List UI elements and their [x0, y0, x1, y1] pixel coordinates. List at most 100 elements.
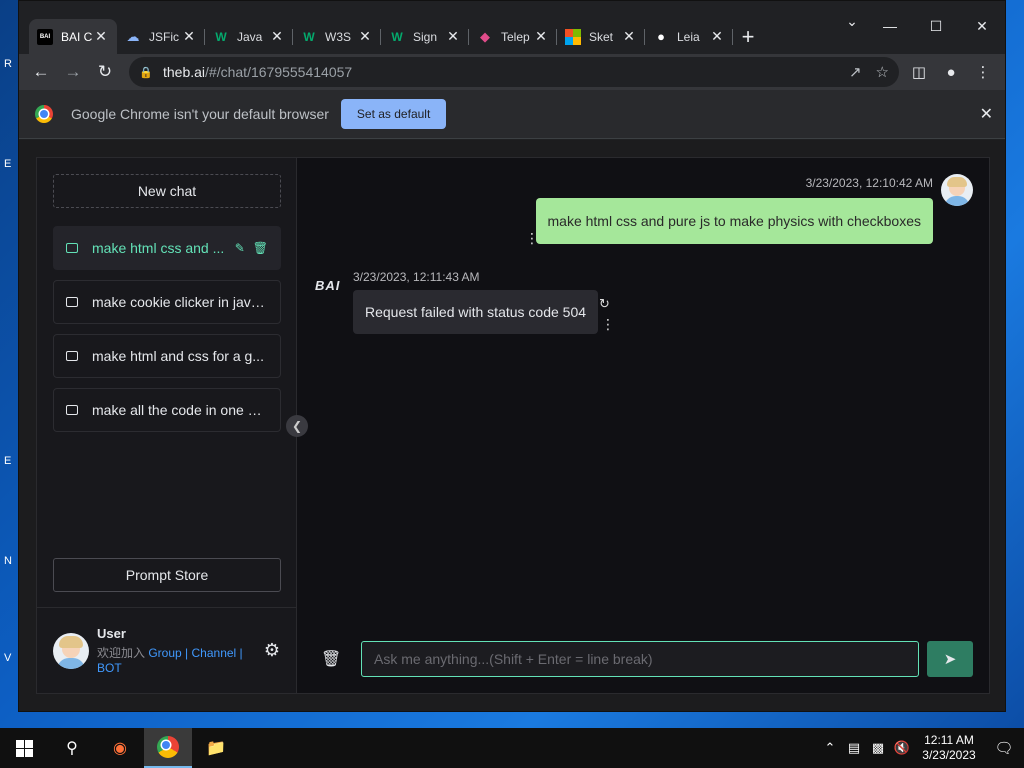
user-message-bubble[interactable]: make html css and pure js to make physic…	[535, 198, 933, 244]
menu-kebab-icon[interactable]: ⋮	[967, 56, 999, 88]
ethernet-icon[interactable]: ▩	[866, 740, 890, 756]
message-menu-icon[interactable]: ⋮	[525, 230, 539, 247]
regenerate-icon[interactable]: ↻	[599, 296, 610, 312]
lock-icon[interactable]: 🔒	[139, 66, 153, 79]
browser-tab[interactable]: W Sign ✕	[381, 19, 469, 54]
firefox-icon[interactable]: ◉	[96, 728, 144, 768]
bot-message: BAI 3/23/2023, 12:11:43 AM Request faile…	[315, 270, 635, 350]
tab-search-icon[interactable]: ⌄	[837, 13, 867, 30]
system-tray: ⌃ ▤ ▩ 🔇 12:11 AM 3/23/2023 🗨	[818, 733, 1024, 763]
chrome-logo-icon	[157, 736, 179, 758]
reload-button[interactable]: ↻	[89, 56, 121, 88]
file-explorer-icon[interactable]: 📁	[192, 728, 240, 768]
browser-tab[interactable]: Sket ✕	[557, 19, 645, 54]
tab-close-icon[interactable]: ✕	[445, 28, 461, 45]
tab-strip: BAI BAI C ✕ ☁ JSFic ✕ W Java ✕ W W3S ✕ W Sign ✕ ◆ Telep ✕…	[19, 1, 1005, 54]
minimize-button[interactable]: —	[867, 1, 913, 51]
tab-close-icon[interactable]: ✕	[709, 28, 725, 45]
bot-message-bubble[interactable]: Request failed with status code 504	[353, 290, 599, 334]
back-button[interactable]: ←	[25, 56, 57, 88]
chat-input[interactable]	[361, 641, 919, 677]
chat-bubble-icon	[66, 243, 78, 253]
desktop-icon[interactable]: E	[4, 158, 18, 172]
browser-tab[interactable]: ◆ Telep ✕	[469, 19, 557, 54]
clear-chat-trash-icon[interactable]: 🗑	[321, 649, 351, 669]
show-hidden-icons-chevron-icon[interactable]: ⌃	[818, 740, 842, 756]
chat-bubble-icon	[66, 297, 78, 307]
browser-tab[interactable]: W W3S ✕	[293, 19, 381, 54]
browser-tab[interactable]: ☁ JSFic ✕	[117, 19, 205, 54]
tab-close-icon[interactable]: ✕	[533, 28, 549, 45]
browser-tab[interactable]: BAI BAI C ✕	[29, 19, 117, 54]
side-panel-icon[interactable]: ◫	[903, 56, 935, 88]
chat-history-item[interactable]: make all the code in one si...	[53, 388, 281, 432]
group-link[interactable]: Group	[148, 646, 181, 660]
start-button[interactable]	[0, 728, 48, 768]
link-separator: |	[236, 645, 243, 660]
send-button[interactable]: ➤	[927, 641, 973, 677]
volume-muted-icon[interactable]: 🔇	[890, 740, 914, 756]
chat-history-item[interactable]: make cookie clicker in java...	[53, 280, 281, 324]
new-tab-button[interactable]: +	[733, 19, 763, 54]
desktop-icon[interactable]: N	[4, 555, 18, 569]
tab-close-icon[interactable]: ✕	[181, 28, 197, 45]
delete-trash-icon[interactable]: 🗑	[253, 241, 268, 255]
forward-button[interactable]: →	[57, 56, 89, 88]
browser-tab[interactable]: W Java ✕	[205, 19, 293, 54]
browser-toolbar: ← → ↻ 🔒 theb.ai /#/chat/1679555414057 ↗ …	[19, 54, 1005, 90]
chat-app: New chat make html css and ... ✎ 🗑 make coo…	[36, 157, 990, 694]
page-content: New chat make html css and ... ✎ 🗑 make coo…	[19, 140, 1005, 711]
search-icon[interactable]: ⚲	[48, 728, 96, 768]
edit-icon[interactable]: ✎	[235, 241, 245, 255]
chrome-taskbar-icon[interactable]	[144, 728, 192, 768]
share-icon[interactable]: ↗	[849, 63, 862, 81]
set-default-button[interactable]: Set as default	[340, 99, 447, 129]
channel-link[interactable]: Channel	[192, 646, 237, 660]
url-path: /#/chat/1679555414057	[205, 64, 353, 80]
bot-link[interactable]: BOT	[97, 661, 122, 675]
collapse-sidebar-button[interactable]: ❮	[286, 415, 308, 437]
settings-gear-icon[interactable]: ⚙	[264, 640, 280, 661]
chrome-logo-icon	[35, 105, 53, 123]
desktop-icon[interactable]: E	[4, 455, 18, 469]
avatar	[53, 632, 89, 669]
new-chat-button[interactable]: New chat	[53, 174, 281, 208]
profile-icon[interactable]: ●	[935, 56, 967, 88]
chat-history-list: make html css and ... ✎ 🗑 make cookie click…	[53, 226, 281, 442]
leia-icon: ●	[657, 29, 665, 44]
chat-history-title: make cookie clicker in java...	[92, 294, 268, 310]
windows-logo-icon	[15, 739, 33, 757]
clock[interactable]: 12:11 AM 3/23/2023	[914, 733, 984, 763]
desktop-icon[interactable]: V	[4, 652, 18, 666]
infobar-message: Google Chrome isn't your default browser	[71, 106, 329, 122]
notifications-icon[interactable]: 🗨	[984, 739, 1024, 757]
chat-history-item[interactable]: make html and css for a g...	[53, 334, 281, 378]
address-bar[interactable]: 🔒 theb.ai /#/chat/1679555414057 ↗ ☆	[129, 57, 899, 87]
infobar-close-icon[interactable]: ✕	[980, 104, 993, 124]
w3-icon: W	[391, 29, 403, 44]
chat-history-title: make all the code in one si...	[92, 402, 268, 418]
tab-close-icon[interactable]: ✕	[269, 28, 285, 45]
maximize-button[interactable]: ☐	[913, 1, 959, 51]
bookmark-star-icon[interactable]: ☆	[876, 63, 889, 81]
avatar	[941, 174, 973, 206]
message-menu-icon[interactable]: ⋮	[601, 316, 615, 333]
default-browser-infobar: Google Chrome isn't your default browser…	[19, 90, 1005, 139]
tab-title: Java	[237, 29, 263, 44]
message-timestamp: 3/23/2023, 12:10:42 AM	[805, 176, 933, 190]
sidebar: New chat make html css and ... ✎ 🗑 make coo…	[37, 158, 308, 693]
browser-tab[interactable]: ● Leia ✕	[645, 19, 733, 54]
tab-close-icon[interactable]: ✕	[93, 28, 109, 45]
chat-bubble-icon	[66, 351, 78, 361]
message-timestamp: 3/23/2023, 12:11:43 AM	[353, 270, 480, 284]
tab-title: Sket	[589, 29, 614, 44]
tab-close-icon[interactable]: ✕	[621, 28, 637, 45]
network-status-icon[interactable]: ▤	[842, 740, 866, 756]
desktop-icon[interactable]: R	[4, 58, 18, 72]
close-window-button[interactable]: ✕	[959, 1, 1005, 51]
tab-close-icon[interactable]: ✕	[357, 28, 373, 45]
prompt-store-button[interactable]: Prompt Store	[53, 558, 281, 592]
browser-window: BAI BAI C ✕ ☁ JSFic ✕ W Java ✕ W W3S ✕ W Sign ✕ ◆ Telep ✕…	[18, 0, 1006, 712]
bai-logo: BAI	[315, 278, 341, 293]
chat-history-item[interactable]: make html css and ... ✎ 🗑	[53, 226, 281, 270]
